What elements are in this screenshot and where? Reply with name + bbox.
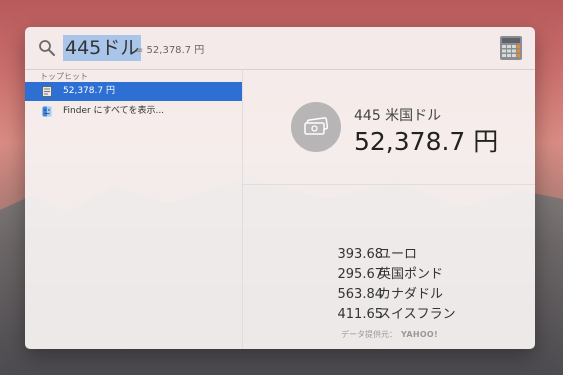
spotlight-window: 445ドル = 52,378.7 円 トップヒット 52,378.7 円 Fin… (25, 27, 535, 349)
conversion-value: 563.84 (337, 287, 384, 302)
list-item-show-all-in-finder[interactable]: Finder にすべてを表示... (25, 102, 242, 121)
currency-badge (291, 102, 341, 152)
search-bar[interactable]: 445ドル = 52,378.7 円 (25, 27, 535, 70)
conversion-currency: 英国ポンド (378, 267, 444, 282)
search-query[interactable]: 445ドル (63, 35, 142, 61)
data-provider-label: データ提供元： (341, 330, 397, 339)
conversion-row: 295.67 英国ポンド (243, 265, 535, 285)
conversion-value: 411.65 (337, 307, 384, 322)
conversion-currency: カナダドル (378, 287, 444, 302)
finder-icon (42, 106, 52, 117)
list-item-conversion-result[interactable]: 52,378.7 円 (25, 82, 242, 101)
money-icon (304, 117, 329, 135)
conversion-value: 295.67 (337, 267, 384, 282)
preview-pane: 445 米国ドル 52,378.7 円 393.68 ユーロ 295.67 英国… (243, 69, 535, 349)
yahoo-link[interactable]: YAHOO! (401, 330, 438, 339)
conversion-row: 563.84 カナダドル (243, 285, 535, 305)
data-provider-credit: データ提供元： YAHOO! (341, 329, 438, 340)
search-icon (39, 40, 55, 56)
list-item-label: 52,378.7 円 (63, 86, 115, 96)
results-list: トップヒット 52,378.7 円 Finder にすべてを表示... (25, 69, 243, 349)
list-item-label: Finder にすべてを表示... (63, 106, 165, 116)
conversion-value: 393.68 (337, 247, 384, 262)
conversion-result: 52,378.7 円 (354, 127, 499, 156)
document-icon (42, 86, 52, 97)
conversion-currency: ユーロ (378, 247, 418, 262)
section-label-top-hit: トップヒット (40, 72, 88, 81)
inline-result: = 52,378.7 円 (135, 45, 205, 56)
calculator-icon[interactable] (499, 35, 523, 61)
conversion-row: 393.68 ユーロ (243, 245, 535, 265)
conversion-currency: スイスフラン (378, 307, 456, 322)
divider (243, 184, 535, 185)
conversion-row: 411.65 スイスフラン (243, 305, 535, 325)
